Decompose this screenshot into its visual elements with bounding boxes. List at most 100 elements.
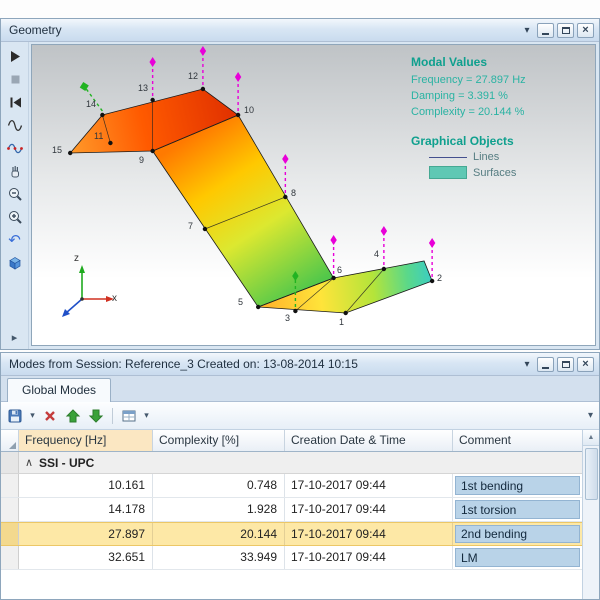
table-row[interactable]: 32.651 33.949 17-10-2017 09:44 LM [1, 546, 582, 570]
cell-frequency: 32.651 [19, 546, 153, 569]
window-menu-icon[interactable]: ▾ [520, 25, 534, 36]
table-row[interactable]: 14.178 1.928 17-10-2017 09:44 1st torsio… [1, 498, 582, 522]
minimize-icon [542, 33, 549, 35]
vertical-scrollbar[interactable]: ▲ [582, 430, 599, 599]
cell-comment: 1st torsion [453, 498, 582, 521]
window-menu-icon[interactable]: ▾ [520, 359, 534, 370]
mode-shape-surfaces [70, 89, 432, 313]
collapse-icon[interactable]: ∧ [19, 456, 39, 469]
cell-frequency: 14.178 [19, 498, 153, 521]
modes-grid: Frequency [Hz] Complexity [%] Creation D… [1, 430, 599, 599]
modes-tabstrip: Global Modes [1, 376, 599, 402]
header-comment[interactable]: Comment [453, 430, 582, 451]
maximize-button[interactable] [557, 357, 574, 372]
modal-frequency: Frequency = 27.897 Hz [411, 72, 581, 88]
modes-window: Modes from Session: Reference_3 Created … [0, 352, 600, 600]
modal-complexity: Complexity = 20.144 % [411, 104, 581, 120]
zoom-out-button[interactable] [4, 184, 26, 204]
select-all-cell[interactable] [1, 430, 19, 451]
cell-frequency: 10.161 [19, 474, 153, 497]
geometry-body: ↶ ▸ [1, 42, 599, 349]
toolbar-expand-icon[interactable]: ▸ [4, 327, 26, 347]
grid-view-dropdown-icon[interactable]: ▾ [142, 410, 151, 421]
modal-values-header: Modal Values [411, 55, 581, 69]
cell-comment: 1st bending [453, 474, 582, 497]
sine-wave-button[interactable] [4, 115, 26, 135]
table-header-row: Frequency [Hz] Complexity [%] Creation D… [1, 430, 582, 452]
cell-complexity: 20.144 [153, 523, 285, 545]
play-button[interactable] [4, 46, 26, 66]
undo-button[interactable]: ↶ [4, 230, 26, 250]
axis-z-label: z [74, 253, 79, 264]
geometry-window: Geometry ▾ × [0, 18, 600, 350]
cell-created: 17-10-2017 09:44 [285, 546, 453, 569]
toolbar-separator [112, 408, 113, 424]
axis-x-label: x [112, 293, 117, 304]
skip-to-start-button[interactable] [4, 92, 26, 112]
modal-values-panel: Modal Values Frequency = 27.897 Hz Dampi… [411, 55, 581, 182]
minimize-icon [542, 367, 549, 369]
header-frequency[interactable]: Frequency [Hz] [19, 430, 153, 451]
pan-hand-button[interactable] [4, 161, 26, 181]
3d-cube-button[interactable] [4, 253, 26, 273]
grid-view-button[interactable] [119, 406, 139, 426]
group-row-ssi-upc[interactable]: ∧ SSI - UPC [1, 452, 582, 474]
row-indicator-cell [1, 498, 19, 521]
row-indicator-cell [1, 546, 19, 569]
geometry-titlebar[interactable]: Geometry ▾ × [1, 19, 599, 42]
header-creation-date[interactable]: Creation Date & Time [285, 430, 453, 451]
cell-created: 17-10-2017 09:44 [285, 474, 453, 497]
lines-swatch [429, 157, 467, 158]
group-label: SSI - UPC [39, 456, 94, 470]
select-all-icon [9, 442, 16, 449]
maximize-icon [562, 27, 570, 34]
modes-table: Frequency [Hz] Complexity [%] Creation D… [1, 430, 582, 599]
3d-viewport[interactable]: 15 14 13 12 11 9 10 7 8 5 6 3 1 2 4 [31, 44, 596, 346]
close-icon: × [582, 359, 588, 370]
header-complexity[interactable]: Complexity [%] [153, 430, 285, 451]
legend-surfaces: Surfaces [429, 166, 581, 179]
move-down-button[interactable] [86, 406, 106, 426]
surfaces-swatch [429, 166, 467, 179]
legend-lines: Lines [429, 151, 581, 163]
group-indicator-cell [1, 452, 19, 473]
move-up-button[interactable] [63, 406, 83, 426]
modal-damping: Damping = 3.391 % [411, 88, 581, 104]
tab-global-modes[interactable]: Global Modes [7, 378, 111, 402]
surfaces-label: Surfaces [473, 167, 516, 179]
stop-button[interactable] [4, 69, 26, 89]
desktop: Geometry ▾ × [0, 0, 600, 600]
maximize-button[interactable] [557, 23, 574, 38]
close-button[interactable]: × [577, 23, 594, 38]
zoom-in-button[interactable] [4, 207, 26, 227]
minimize-button[interactable] [537, 357, 554, 372]
cell-complexity: 1.928 [153, 498, 285, 521]
save-button[interactable] [5, 406, 25, 426]
row-indicator-cell [1, 474, 19, 497]
cell-comment: LM [453, 546, 582, 569]
save-dropdown-icon[interactable]: ▾ [28, 410, 37, 421]
close-button[interactable]: × [577, 357, 594, 372]
maximize-icon [562, 361, 570, 368]
scroll-up-icon[interactable]: ▲ [583, 430, 599, 446]
delete-button[interactable] [40, 406, 60, 426]
geometry-window-controls: ▾ × [520, 23, 594, 38]
modes-toolbar: ▾ ▾ ▾ [1, 402, 599, 430]
scrollbar-thumb[interactable] [585, 448, 598, 500]
modes-titlebar[interactable]: Modes from Session: Reference_3 Created … [1, 353, 599, 376]
comment-field[interactable]: 1st torsion [455, 500, 580, 519]
minimize-button[interactable] [537, 23, 554, 38]
table-row-selected[interactable]: 27.897 20.144 17-10-2017 09:44 2nd bendi… [1, 522, 582, 546]
graphical-objects-header: Graphical Objects [411, 134, 581, 148]
modes-window-controls: ▾ × [520, 357, 594, 372]
comment-field[interactable]: 1st bending [455, 476, 580, 495]
axis-triad: z x [52, 255, 122, 319]
cell-created: 17-10-2017 09:44 [285, 523, 453, 545]
row-indicator-cell [1, 523, 19, 545]
table-row[interactable]: 10.161 0.748 17-10-2017 09:44 1st bendin… [1, 474, 582, 498]
comment-field[interactable]: LM [455, 548, 580, 567]
comment-field[interactable]: 2nd bending [455, 525, 580, 543]
mode-curve-button[interactable] [4, 138, 26, 158]
cell-complexity: 0.748 [153, 474, 285, 497]
toolbar-overflow-icon[interactable]: ▾ [588, 410, 595, 421]
